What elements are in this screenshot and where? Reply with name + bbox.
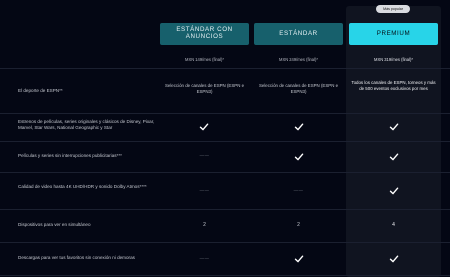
check-icon — [294, 152, 304, 162]
feature-value-espn-standard: Selección de canales de ESPN (ESPN e ESP… — [258, 83, 339, 94]
check-icon — [389, 122, 399, 132]
row-divider — [0, 113, 450, 114]
feature-label-simultaneous-devices: Dispositivos para ver en simultáneo — [18, 222, 91, 227]
row-divider — [0, 209, 450, 210]
feature-label-no-ads: Películas y series sin interrupciones pu… — [18, 153, 122, 158]
plan-price-standard-with-ads: MXN 149/mes (final)* — [185, 57, 224, 62]
feature-label-content-library: Estrenos de películas, series originales… — [18, 119, 155, 131]
plan-comparison-page: Más popular ESTÁNDAR CON ANUNCIOS ESTÁND… — [0, 0, 450, 277]
feature-value-devices-premium: 4 — [392, 222, 395, 228]
check-icon — [389, 254, 399, 264]
row-divider — [0, 68, 450, 69]
feature-label-downloads: Descargas para ver tus favoritos sin con… — [18, 255, 135, 260]
row-divider — [0, 141, 450, 142]
check-icon — [294, 122, 304, 132]
feature-value-devices-standard-with-ads: 2 — [203, 222, 206, 228]
row-divider — [0, 242, 450, 243]
plan-price-premium: MXN 319/mes (final)* — [374, 57, 413, 62]
row-divider — [0, 172, 450, 173]
most-popular-badge: Más popular — [376, 5, 410, 13]
not-included-dash: —— — [199, 256, 210, 261]
not-included-dash: —— — [199, 188, 210, 193]
check-icon — [389, 152, 399, 162]
row-divider — [0, 275, 450, 276]
feature-value-espn-premium: Todos los canales de ESPN, torneos y más… — [351, 80, 436, 91]
check-icon — [389, 186, 399, 196]
not-included-dash: —— — [199, 153, 210, 158]
plan-button-standard-with-ads[interactable]: ESTÁNDAR CON ANUNCIOS — [160, 23, 249, 45]
not-included-dash: —— — [293, 188, 304, 193]
check-icon — [294, 254, 304, 264]
feature-value-devices-standard: 2 — [297, 222, 300, 228]
plan-button-standard[interactable]: ESTÁNDAR — [254, 23, 343, 45]
feature-label-4k-quality: Calidad de video hasta 4K UHD/HDR y soni… — [18, 184, 147, 189]
plan-price-standard: MXN 249/mes (final)* — [279, 57, 318, 62]
feature-value-espn-standard-with-ads: Selección de canales de ESPN (ESPN e ESP… — [164, 83, 245, 94]
plan-button-premium[interactable]: PREMIUM — [349, 23, 438, 45]
check-icon — [199, 122, 209, 132]
feature-label-espn: El deporte de ESPN** — [18, 88, 63, 93]
